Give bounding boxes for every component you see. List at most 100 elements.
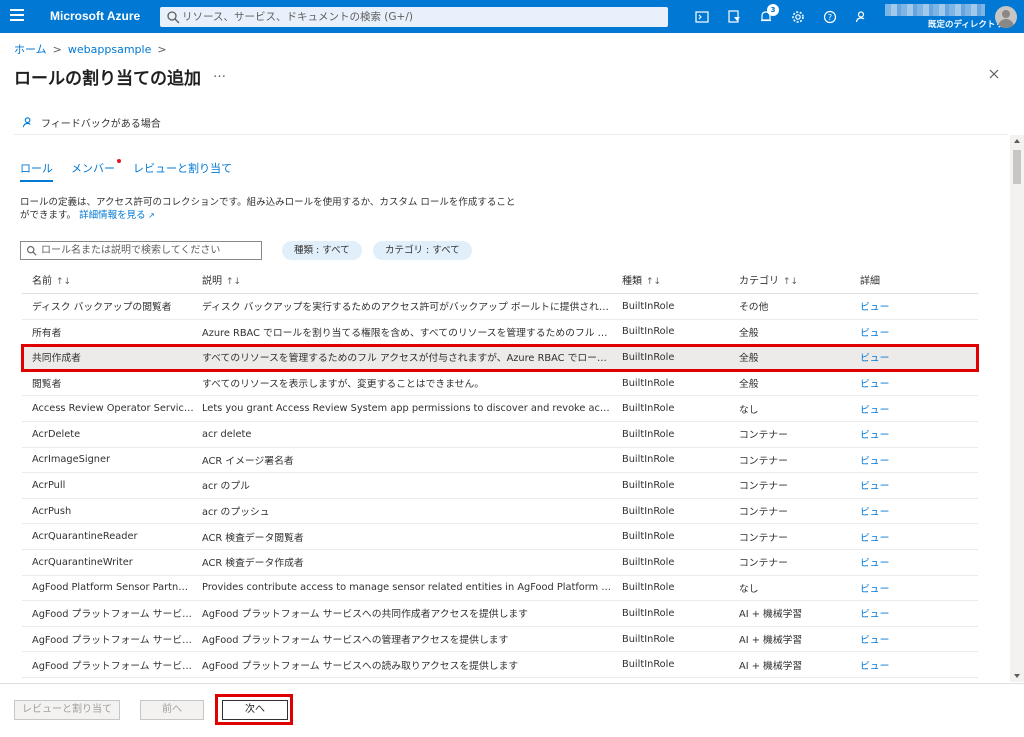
- table-row[interactable]: AcrPull acr のプル BuiltInRole コンテナー ビュー: [22, 473, 978, 499]
- role-name-cell: AgFood プラットフォーム サービス閲覧者: [32, 660, 194, 672]
- user-avatar[interactable]: [995, 6, 1017, 28]
- category-filter-pill[interactable]: カテゴリ : すべて: [373, 241, 472, 260]
- role-category-cell: 全般: [739, 353, 759, 365]
- header-category[interactable]: カテゴリ ↑↓: [731, 272, 851, 287]
- table-row[interactable]: 共同作成者 すべてのリソースを管理するためのフル アクセスが付与されますが、Azu…: [21, 344, 979, 372]
- view-details-link[interactable]: ビュー: [851, 402, 971, 416]
- tab-members-label: メンバー: [71, 162, 115, 175]
- scroll-down-arrow-icon[interactable]: [1014, 674, 1020, 678]
- directory-label[interactable]: 既定のディレクトリ: [928, 18, 1004, 30]
- sort-icon: ↑↓: [783, 277, 799, 287]
- close-icon[interactable]: [987, 67, 1001, 81]
- divider: [14, 134, 1008, 135]
- learn-more-link[interactable]: 詳細情報を見る: [79, 210, 146, 221]
- view-details-link[interactable]: ビュー: [851, 325, 971, 339]
- table-row[interactable]: 閲覧者 すべてのリソースを表示しますが、変更することはできません。 BuiltInR…: [22, 371, 978, 397]
- role-name-cell: AcrImageSigner: [32, 454, 111, 466]
- role-type-cell: BuiltInRole: [622, 633, 675, 645]
- brand-name[interactable]: Microsoft Azure: [50, 9, 140, 23]
- global-search-input[interactable]: リソース、サービス、ドキュメントの検索 (G+/): [160, 7, 668, 27]
- cloud-shell-icon[interactable]: [686, 9, 718, 25]
- view-details-link[interactable]: ビュー: [851, 504, 971, 518]
- view-details-link[interactable]: ビュー: [851, 299, 971, 313]
- sort-icon: ↑↓: [646, 277, 662, 287]
- vertical-scrollbar[interactable]: [1010, 135, 1024, 682]
- type-filter-pill[interactable]: 種類 : すべて: [282, 241, 362, 260]
- role-name-cell: 所有者: [32, 327, 62, 339]
- role-name-cell: ディスク バックアップの閲覧者: [32, 302, 172, 314]
- role-name-cell: AgFood プラットフォーム サービス管理者: [32, 635, 194, 647]
- breadcrumb-resource[interactable]: webappsample: [68, 43, 151, 56]
- footer-bar: レビューと割り当て 前へ 次へ: [0, 683, 1024, 737]
- view-details-link[interactable]: ビュー: [851, 427, 971, 441]
- menu-icon[interactable]: [10, 9, 24, 23]
- scroll-thumb[interactable]: [1013, 150, 1021, 184]
- role-category-cell: なし: [739, 583, 759, 595]
- view-details-link[interactable]: ビュー: [851, 350, 971, 364]
- feedback-person-icon[interactable]: [846, 9, 878, 25]
- table-row[interactable]: AcrDelete acr delete BuiltInRole コンテナー ビュー: [22, 422, 978, 448]
- table-row[interactable]: Access Review Operator Service R... Lets …: [22, 396, 978, 422]
- svg-text:?: ?: [828, 13, 832, 22]
- view-details-link[interactable]: ビュー: [851, 376, 971, 390]
- more-options-button[interactable]: …: [213, 66, 227, 81]
- table-row[interactable]: AcrPush acr のプッシュ BuiltInRole コンテナー ビュー: [22, 499, 978, 525]
- role-description-cell: Provides contribute access to manage sen…: [202, 582, 612, 594]
- role-search-input[interactable]: ロール名または説明で検索してください: [20, 241, 262, 260]
- table-row[interactable]: 所有者 Azure RBAC でロールを割り当てる権限を含め、すべてのリソースを管…: [22, 320, 978, 346]
- notification-count-badge: 3: [767, 4, 779, 16]
- table-row[interactable]: AgFood Platform Sensor Partner C... Provi…: [22, 576, 978, 602]
- breadcrumb-home[interactable]: ホーム: [14, 41, 47, 57]
- role-description-cell: Azure RBAC でロールを割り当てる権限を含め、すべてのリソースを管理する…: [202, 327, 612, 339]
- feedback-link[interactable]: フィードバックがある場合: [22, 115, 161, 130]
- next-button-highlight: [215, 694, 293, 725]
- view-details-link[interactable]: ビュー: [851, 530, 971, 544]
- help-icon[interactable]: ?: [814, 9, 846, 25]
- table-row[interactable]: AcrImageSigner ACR イメージ署名者 BuiltInRole コンテナ…: [22, 448, 978, 474]
- settings-gear-icon[interactable]: [782, 9, 814, 25]
- view-details-link[interactable]: ビュー: [851, 658, 971, 672]
- review-assign-button[interactable]: レビューと割り当て: [14, 700, 120, 720]
- table-row[interactable]: AgFood プラットフォーム サービス共同... AgFood プラットフォーム…: [22, 601, 978, 627]
- table-row[interactable]: AcrQuarantineWriter ACR 検査データ作成者 BuiltInRo…: [22, 550, 978, 576]
- table-row[interactable]: AgFood プラットフォーム サービス閲覧者 AgFood プラットフォーム サ…: [22, 652, 978, 678]
- role-description-cell: すべてのリソースを表示しますが、変更することはできません。: [202, 379, 485, 391]
- view-details-link[interactable]: ビュー: [851, 606, 971, 620]
- header-name[interactable]: 名前 ↑↓: [22, 272, 194, 287]
- role-category-cell: 全般: [739, 379, 759, 391]
- role-description-cell: acr のプル: [202, 481, 250, 493]
- header-type[interactable]: 種類 ↑↓: [612, 272, 731, 287]
- breadcrumb: ホーム > webappsample >: [14, 41, 167, 57]
- role-description: ロールの定義は、アクセス許可のコレクションです。組み込みロールを使用するか、カス…: [20, 196, 520, 222]
- view-details-link[interactable]: ビュー: [851, 581, 971, 595]
- role-description-cell: Lets you grant Access Review System app …: [202, 403, 612, 415]
- view-details-link[interactable]: ビュー: [851, 555, 971, 569]
- role-category-cell: コンテナー: [739, 532, 788, 544]
- tab-members[interactable]: メンバー: [71, 159, 121, 182]
- role-type-cell: BuiltInRole: [622, 479, 675, 491]
- table-row[interactable]: ディスク バックアップの閲覧者 ディスク バックアップを実行するためのアクセス許可…: [22, 294, 978, 320]
- role-search-placeholder: ロール名または説明で検索してください: [41, 245, 221, 256]
- header-description[interactable]: 説明 ↑↓: [194, 272, 612, 287]
- view-details-link[interactable]: ビュー: [851, 632, 971, 646]
- view-details-link[interactable]: ビュー: [851, 478, 971, 492]
- tab-role[interactable]: ロール: [20, 160, 53, 182]
- role-category-cell: コンテナー: [739, 558, 788, 570]
- feedback-label: フィードバックがある場合: [41, 119, 161, 130]
- role-type-cell: BuiltInRole: [622, 454, 675, 466]
- role-category-cell: コンテナー: [739, 455, 788, 467]
- role-type-cell: BuiltInRole: [622, 300, 675, 312]
- role-name-cell: AgFood プラットフォーム サービス共同...: [32, 609, 194, 621]
- previous-button[interactable]: 前へ: [140, 700, 204, 720]
- role-description-cell: すべてのリソースを管理するためのフル アクセスが付与されますが、Azure RB…: [202, 353, 612, 365]
- table-row[interactable]: AcrQuarantineReader ACR 検査データ閲覧者 BuiltInRo…: [22, 524, 978, 550]
- directory-filter-icon[interactable]: [718, 9, 750, 25]
- scroll-up-arrow-icon[interactable]: [1014, 139, 1020, 143]
- view-details-link[interactable]: ビュー: [851, 453, 971, 467]
- table-row[interactable]: AgFood プラットフォーム サービス管理者 AgFood プラットフォーム サ…: [22, 627, 978, 653]
- role-description-cell: AgFood プラットフォーム サービスへの管理者アクセスを提供します: [202, 635, 509, 647]
- notifications-icon[interactable]: 3: [750, 4, 782, 25]
- role-description-cell: ディスク バックアップを実行するためのアクセス許可がバックアップ ボールトに提供…: [202, 302, 612, 314]
- user-email-blurred[interactable]: [885, 4, 985, 16]
- tab-review-assign[interactable]: レビューと割り当て: [133, 160, 232, 182]
